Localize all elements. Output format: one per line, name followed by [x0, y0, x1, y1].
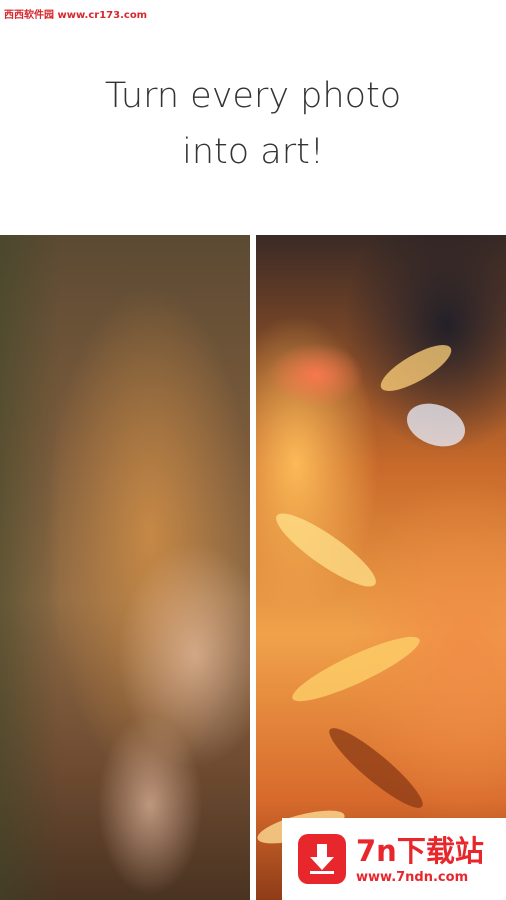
- art-filtered-photo: [254, 235, 506, 900]
- download-arrow-icon: [298, 834, 346, 884]
- split-divider: [250, 235, 256, 900]
- headline-line-1: Turn every photo: [104, 76, 402, 116]
- brand-name: 7n下载站: [356, 834, 484, 868]
- original-photo: [0, 235, 250, 900]
- brand-url: www.7ndn.com: [356, 870, 469, 885]
- before-after-photo: [0, 235, 506, 900]
- top-watermark: 西西软件园 www.cr173.com: [4, 10, 148, 21]
- headline: Turn every photo into art!: [0, 68, 506, 180]
- brand-watermark: 7n下载站 www.7ndn.com: [282, 818, 506, 900]
- headline-line-2: into art!: [182, 132, 324, 172]
